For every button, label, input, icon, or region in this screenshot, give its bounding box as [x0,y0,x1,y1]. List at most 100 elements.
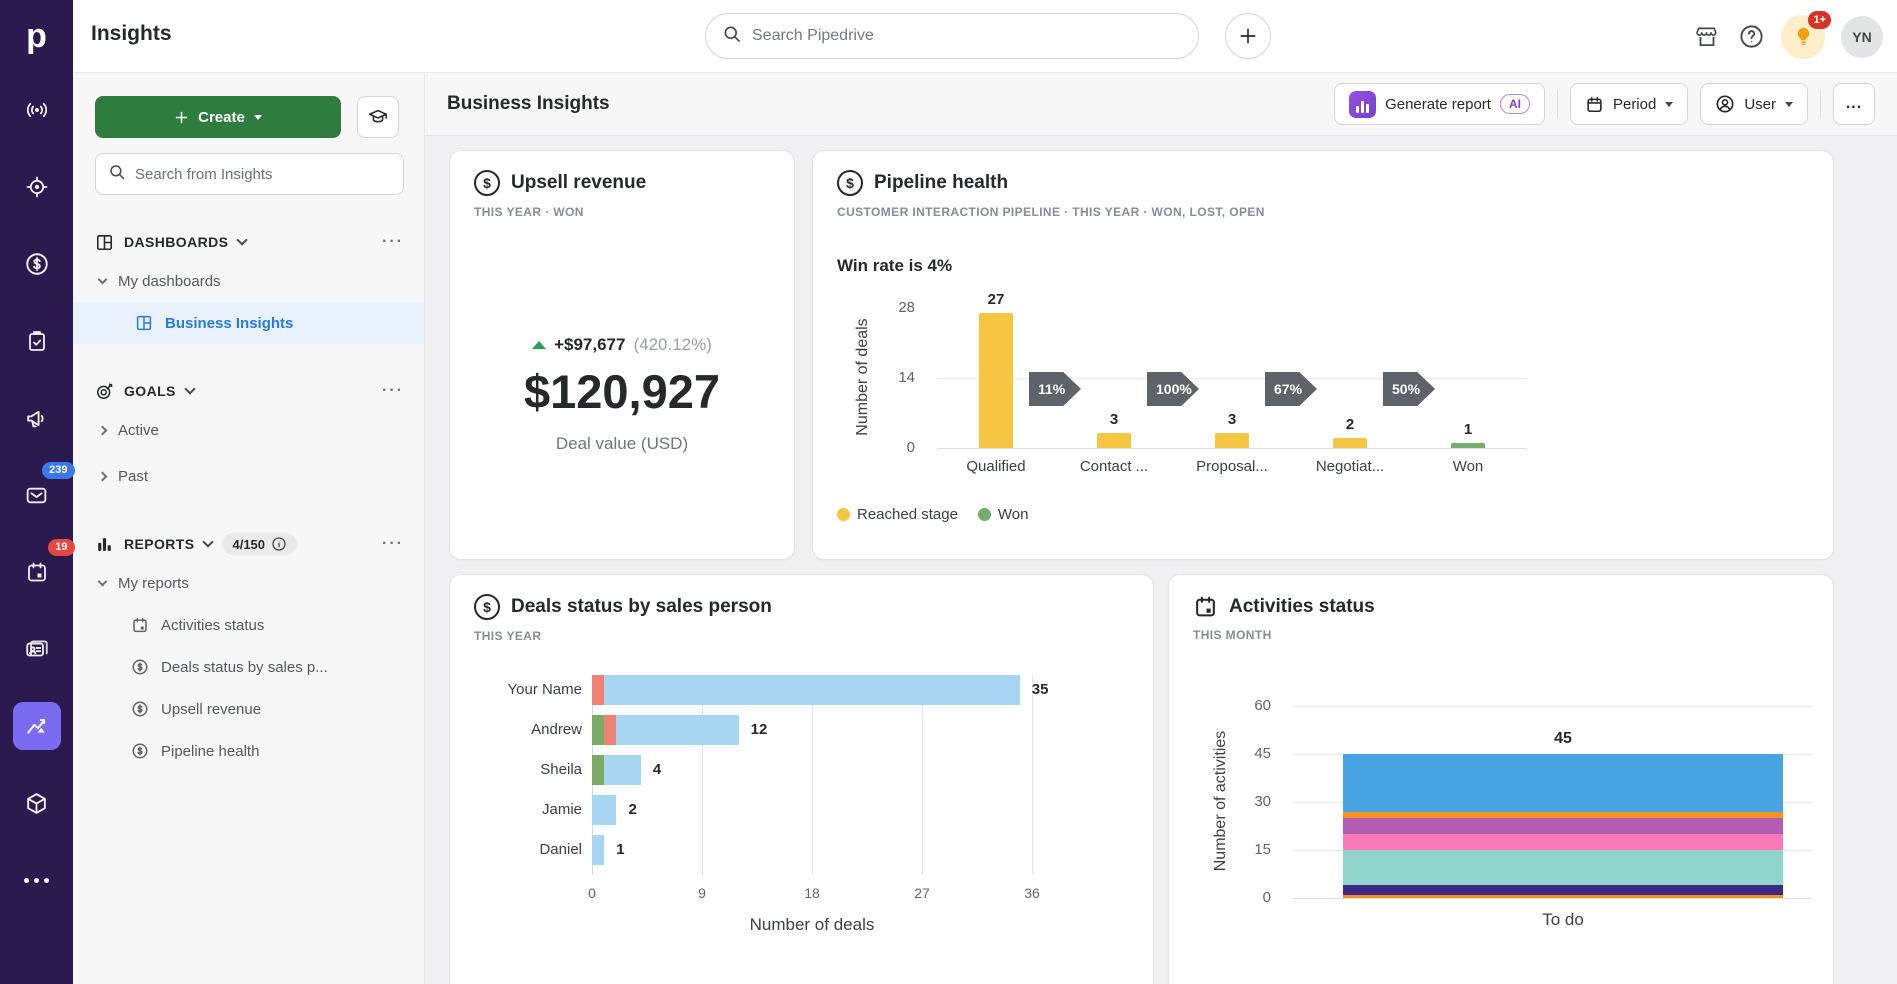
funnel-bar-Qualified[interactable] [979,313,1013,448]
crosshair-icon[interactable] [13,163,61,211]
gridline [702,675,703,875]
global-search-input[interactable] [752,27,1182,45]
currency-icon: $ [474,170,500,196]
sidebar-item-business-insights[interactable]: Business Insights [73,302,424,344]
deals-bar-Sheila[interactable] [592,755,641,785]
kpi-value: $120,927 [474,364,770,419]
bar-segment [592,715,604,745]
calendar-icon [1585,95,1604,114]
kpi-delta-percent: (420.12%) [633,335,711,355]
reports-count-pill[interactable]: 4/150 [222,533,297,555]
rail-more-icon[interactable] [13,856,61,904]
sidebar-item-deals-status[interactable]: Deals status by sales p... [95,646,404,688]
global-search[interactable] [705,13,1199,59]
stack-segment[interactable] [1343,754,1783,812]
period-filter-button[interactable]: Period [1570,83,1688,125]
deals-bar-Jamie[interactable] [592,795,616,825]
sidebar-item-pipeline-health[interactable]: Pipeline health [95,730,404,772]
suggestions-bulb-icon[interactable]: 1+ [1781,15,1825,59]
deals-bar-Andrew[interactable] [592,715,739,745]
create-button[interactable]: Create [95,96,341,138]
deals-bar-Daniel[interactable] [592,835,604,865]
help-icon[interactable] [1737,23,1765,51]
generate-report-button[interactable]: Generate report AI [1334,83,1545,125]
x-category-label: Qualified [937,458,1055,475]
bar-segment [592,755,604,785]
stack-segment[interactable] [1343,895,1783,898]
calendar-icon [131,616,149,634]
section-goals[interactable]: GOALS ··· [95,377,404,405]
calendar-icon [1193,594,1218,619]
dashboards-label: DASHBOARDS [124,234,228,250]
section-reports[interactable]: REPORTS 4/150 ··· [95,530,404,558]
sidebar-item-activities-status[interactable]: Activities status [95,604,404,646]
calendar-icon[interactable]: 19 [13,548,61,596]
stack-segment[interactable] [1343,812,1783,818]
stack-segment[interactable] [1343,885,1783,895]
clipboard-check-icon[interactable] [13,317,61,365]
broadcast-icon[interactable] [13,86,61,134]
goals-past-label: Past [118,468,148,485]
products-cube-icon[interactable] [13,779,61,827]
funnel-bar-Contact ...[interactable] [1097,433,1131,448]
dashboard-more-button[interactable]: ... [1833,83,1875,125]
card-title[interactable]: Activities status [1229,596,1375,618]
dashboards-menu-icon[interactable]: ··· [382,233,404,251]
card-title[interactable]: Pipeline health [874,172,1008,194]
gridline [937,378,1527,379]
legend-item-reached-stage[interactable]: Reached stage [837,506,958,523]
academy-button[interactable] [357,96,399,138]
stack-segment[interactable] [1343,834,1783,850]
deals-chart: 09182736Your Name35Andrew12Sheila4Jamie2… [474,675,1129,955]
x-tick: 0 [572,885,612,901]
deals-bar-Your Name[interactable] [592,675,1020,705]
currency-icon: $ [474,594,500,620]
y-tick: 0 [1237,889,1271,906]
contacts-icon[interactable] [13,625,61,673]
gridline [1293,706,1813,707]
ai-badge: AI [1500,94,1530,114]
insights-search[interactable] [95,153,404,195]
suggestions-badge: 1+ [1808,11,1831,29]
goals-past-group[interactable]: Past [95,455,404,497]
report-label: Pipeline health [161,743,259,760]
pipedrive-logo[interactable]: p [0,0,73,73]
goals-active-group[interactable]: Active [95,409,404,451]
chevron-down-icon [1785,102,1793,107]
stack-segment[interactable] [1343,818,1783,834]
bar-segment [616,715,738,745]
gridline [1293,898,1813,899]
insights-sidebar: Create DASHBOARDS ··· My dashboards Busi… [73,73,425,984]
stack-segment[interactable] [1343,850,1783,885]
reports-menu-icon[interactable]: ··· [382,535,404,553]
funnel-bar-Negotiat...[interactable] [1333,438,1367,448]
goals-menu-icon[interactable]: ··· [382,382,404,400]
marketplace-icon[interactable] [1693,23,1721,51]
card-title[interactable]: Upsell revenue [511,172,646,194]
x-category-label: Won [1409,458,1527,475]
avatar[interactable]: YN [1841,16,1883,58]
mail-icon[interactable]: 239 [13,471,61,519]
my-reports-group[interactable]: My reports [95,562,404,604]
megaphone-icon[interactable] [13,394,61,442]
reports-count: 4/150 [232,537,265,552]
x-category-label: Negotiat... [1291,458,1409,475]
insights-search-input[interactable] [135,166,391,183]
my-dashboards-group[interactable]: My dashboards [95,260,404,302]
my-dashboards-label: My dashboards [118,273,221,290]
insights-icon[interactable] [13,702,61,750]
sidebar-item-upsell-revenue[interactable]: Upsell revenue [95,688,404,730]
funnel-bar-Won[interactable] [1451,443,1485,448]
deals-currency-icon[interactable] [13,240,61,288]
chevron-down-icon [203,536,214,547]
dashboard-header: Business Insights Generate report AI Per… [425,73,1897,136]
card-title[interactable]: Deals status by sales person [511,596,772,618]
pipeline-chart: Number of deals0142827Qualified3Contact … [837,284,1809,496]
quick-add-button[interactable] [1225,13,1271,59]
period-label: Period [1613,96,1656,113]
user-filter-button[interactable]: User [1700,83,1808,125]
reports-label: REPORTS [124,536,194,552]
legend-item-won[interactable]: Won [978,506,1029,523]
funnel-bar-Proposal...[interactable] [1215,433,1249,448]
section-dashboards[interactable]: DASHBOARDS ··· [95,228,404,256]
